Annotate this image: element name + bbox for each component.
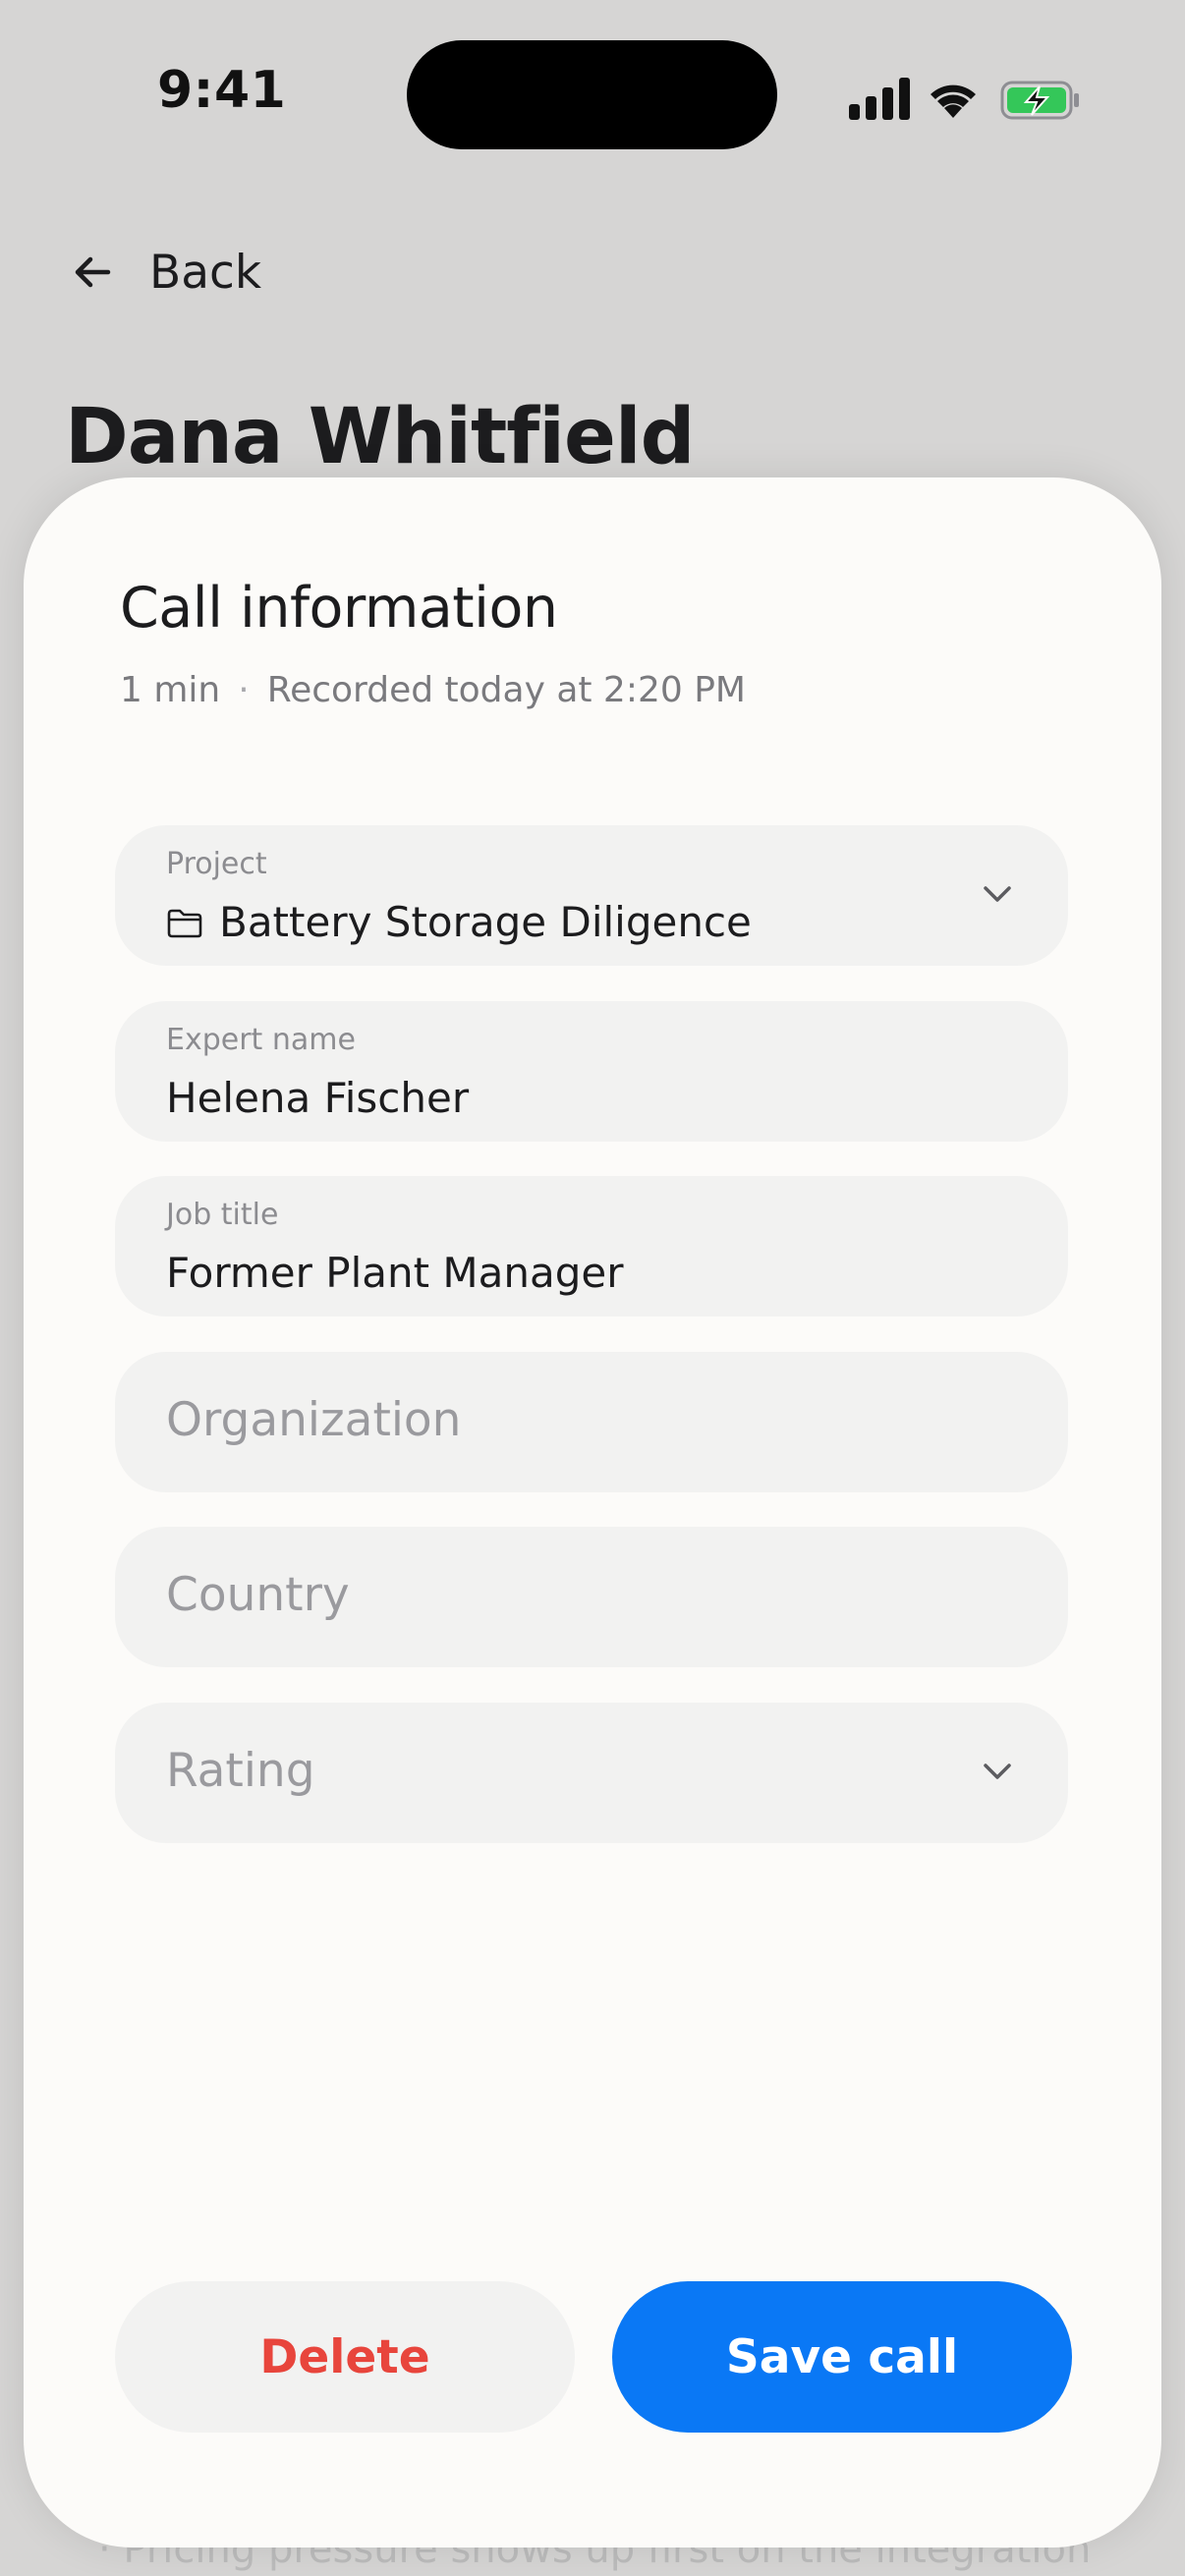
person-name: Dana Whitfield (65, 393, 695, 481)
call-meta: 1 min · Recorded today at 2:20 PM (120, 670, 746, 710)
status-icons (847, 69, 1083, 128)
expert-name-field[interactable]: Expert name Helena Fischer (115, 1001, 1068, 1142)
rating-placeholder: Rating (166, 1744, 315, 1798)
delete-button[interactable]: Delete (115, 2281, 575, 2433)
call-information-sheet: Call information 1 min · Recorded today … (24, 477, 1161, 2548)
job-title-field[interactable]: Job title Former Plant Manager (115, 1176, 1068, 1316)
dynamic-island (407, 40, 777, 149)
rating-select[interactable]: Rating (115, 1703, 1068, 1843)
wifi-icon (931, 84, 976, 118)
arrow-left-icon (75, 256, 111, 288)
organization-field[interactable]: Organization (115, 1352, 1068, 1492)
job-title-label: Job title (166, 1198, 279, 1232)
project-value-row: Battery Storage Diligence (166, 898, 752, 946)
country-placeholder: Country (166, 1568, 350, 1622)
back-button[interactable]: Back (69, 238, 261, 307)
project-label: Project (166, 847, 267, 881)
project-value: Battery Storage Diligence (219, 898, 752, 946)
call-duration: 1 min (120, 670, 221, 710)
folder-icon (167, 909, 202, 938)
job-title-value: Former Plant Manager (166, 1249, 624, 1297)
sheet-title: Call information (120, 576, 558, 641)
project-select[interactable]: Project Battery Storage Diligence (115, 825, 1068, 966)
screen: 9:41 Back Dana Whitfield · Pricing press… (0, 0, 1185, 2576)
chevron-down-icon (984, 1764, 1011, 1779)
expert-name-value: Helena Fischer (166, 1074, 470, 1122)
expert-name-label: Expert name (166, 1023, 356, 1057)
country-field[interactable]: Country (115, 1527, 1068, 1667)
battery-charging-icon (1000, 81, 1079, 120)
back-label: Back (149, 245, 262, 300)
save-call-button[interactable]: Save call (612, 2281, 1072, 2433)
signal-icon (849, 78, 910, 120)
chevron-down-icon (984, 886, 1011, 902)
status-time: 9:41 (157, 61, 287, 120)
organization-placeholder: Organization (166, 1393, 462, 1447)
meta-separator: · (238, 670, 250, 710)
recorded-time: Recorded today at 2:20 PM (266, 670, 746, 710)
